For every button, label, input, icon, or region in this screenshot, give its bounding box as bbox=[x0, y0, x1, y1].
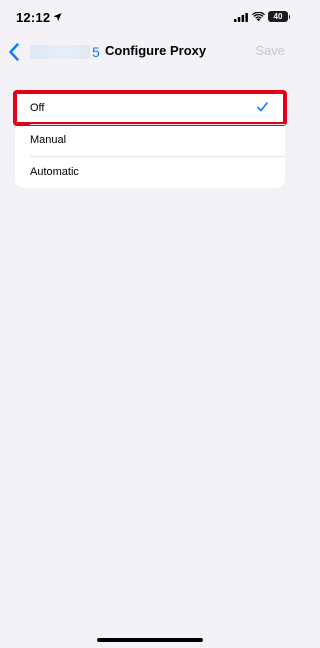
wifi-icon bbox=[252, 12, 265, 22]
checkmark-icon bbox=[257, 102, 268, 112]
option-label: Manual bbox=[30, 134, 67, 146]
status-bar: 12:12 40 bbox=[0, 0, 299, 36]
status-time: 12:12 bbox=[16, 10, 51, 25]
home-indicator[interactable] bbox=[97, 638, 203, 642]
battery-icon: 40 bbox=[268, 11, 290, 22]
navigation-bar: 5 Configure Proxy Save bbox=[0, 36, 299, 68]
back-label: 5 bbox=[92, 44, 100, 60]
page-title: Configure Proxy bbox=[105, 43, 207, 58]
cellular-signal-icon bbox=[234, 13, 248, 22]
option-manual[interactable]: Manual bbox=[15, 124, 285, 156]
redacted-back-label bbox=[30, 45, 90, 59]
option-label: Off bbox=[30, 102, 45, 114]
save-button[interactable]: Save bbox=[255, 43, 285, 58]
back-button[interactable]: 5 bbox=[8, 40, 100, 64]
option-off[interactable]: Off bbox=[13, 90, 287, 126]
chevron-left-icon bbox=[9, 43, 19, 61]
option-label: Automatic bbox=[30, 166, 79, 178]
proxy-options-list: Off Manual Automatic bbox=[13, 90, 287, 188]
location-arrow-icon bbox=[53, 12, 62, 22]
option-automatic[interactable]: Automatic bbox=[15, 156, 285, 188]
